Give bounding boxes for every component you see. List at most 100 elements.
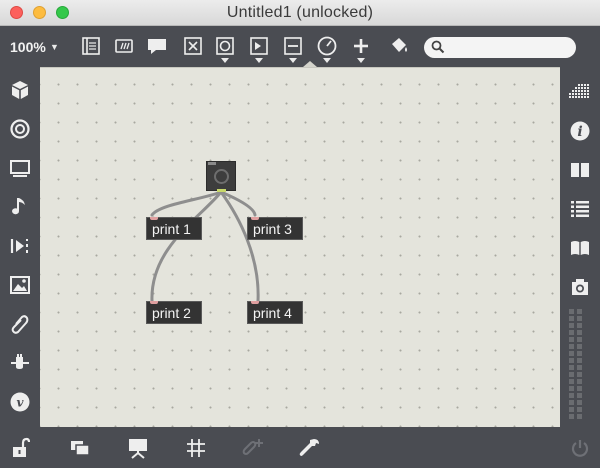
meter-segment — [577, 414, 582, 419]
image-icon[interactable] — [7, 272, 33, 298]
search-field[interactable] — [424, 37, 576, 58]
dial-options-caret-icon[interactable] — [323, 58, 331, 63]
meter-segment — [569, 323, 574, 328]
meter-segment — [577, 365, 582, 370]
bpatcher-icon[interactable] — [80, 35, 102, 57]
meter-segment — [577, 309, 582, 314]
wrench-icon[interactable] — [298, 436, 322, 460]
list-icon[interactable] — [567, 196, 593, 222]
number-icon[interactable] — [248, 35, 270, 57]
meter-segment — [569, 337, 574, 342]
patch-cord-group — [150, 190, 260, 303]
zoom-level[interactable]: 100% — [10, 39, 46, 55]
meter-segment — [569, 393, 574, 398]
zoom-dropdown-icon[interactable]: ▼ — [50, 42, 59, 52]
print-inlet[interactable] — [150, 217, 158, 220]
grid-icon[interactable] — [567, 77, 593, 103]
print-inlet[interactable] — [251, 301, 259, 304]
paint-bucket-icon[interactable] — [388, 35, 410, 57]
plug-icon[interactable] — [7, 350, 33, 376]
meter-segment — [577, 372, 582, 377]
number-options-caret-icon[interactable] — [255, 58, 263, 63]
title-bar: Untitled1 (unlocked) — [0, 0, 600, 26]
present-mode-icon[interactable] — [126, 436, 150, 460]
svg-text:i: i — [577, 124, 582, 140]
print-object[interactable]: print 4 — [247, 301, 303, 324]
print-inlet[interactable] — [150, 301, 158, 304]
patch-cords — [150, 190, 260, 303]
print-object-label: print 3 — [253, 221, 292, 237]
level-meter-right — [577, 309, 582, 421]
meter-segment — [569, 407, 574, 412]
search-icon — [431, 40, 445, 59]
meter-segment — [577, 337, 582, 342]
meter-segment — [577, 344, 582, 349]
book-icon[interactable] — [567, 235, 593, 261]
music-note-icon[interactable] — [7, 194, 33, 220]
cube-icon[interactable] — [7, 77, 33, 103]
meter-segment — [577, 379, 582, 384]
add-icon[interactable] — [350, 35, 372, 57]
unlock-icon[interactable] — [8, 436, 32, 460]
message-icon[interactable] — [113, 35, 135, 57]
meter-segment — [569, 351, 574, 356]
print-object-label: print 1 — [152, 221, 191, 237]
toolbar: 100% ▼ — [0, 27, 600, 67]
print-inlet[interactable] — [251, 217, 259, 220]
meter-segment — [569, 400, 574, 405]
search-input[interactable] — [448, 39, 568, 56]
meter-segment — [577, 351, 582, 356]
right-sidebar: i — [560, 67, 600, 427]
add-options-caret-icon[interactable] — [357, 58, 365, 63]
paperclip-icon[interactable] — [7, 311, 33, 337]
bang-button-object[interactable] — [206, 161, 236, 192]
transport-icon[interactable] — [7, 233, 33, 259]
meter-segment — [569, 330, 574, 335]
target-icon[interactable] — [7, 116, 33, 142]
button-options-caret-icon[interactable] — [221, 58, 229, 63]
meter-segment — [577, 386, 582, 391]
add-snippet-icon — [240, 436, 264, 460]
button-outlet[interactable] — [217, 189, 226, 192]
print-object[interactable]: print 2 — [146, 301, 202, 324]
meter-segment — [569, 414, 574, 419]
comment-icon[interactable] — [146, 35, 168, 57]
dial-icon[interactable] — [316, 35, 338, 57]
meter-segment — [569, 309, 574, 314]
camera-icon[interactable] — [567, 274, 593, 300]
left-sidebar: v — [0, 67, 40, 427]
patch-cord-print-3[interactable] — [219, 190, 257, 217]
window-title: Untitled1 (unlocked) — [226, 4, 374, 21]
meter-segment — [577, 393, 582, 398]
meter-segment — [577, 358, 582, 363]
max-patcher-window: Untitled1 (unlocked) 100% ▼ v print 1 pr… — [0, 0, 600, 468]
info-icon[interactable]: i — [567, 118, 593, 144]
grid-toggle-icon[interactable] — [184, 436, 208, 460]
print-object-label: print 2 — [152, 305, 191, 321]
power-icon[interactable] — [568, 436, 592, 460]
meter-segment — [569, 386, 574, 391]
meter-segment — [569, 344, 574, 349]
display-icon[interactable] — [7, 155, 33, 181]
print-object-label: print 4 — [253, 305, 292, 321]
meter-segment — [569, 372, 574, 377]
meter-segment — [577, 330, 582, 335]
print-object[interactable]: print 3 — [247, 217, 303, 240]
presentation-icon[interactable] — [68, 436, 92, 460]
meter-segment — [569, 379, 574, 384]
meter-segment — [577, 323, 582, 328]
print-object[interactable]: print 1 — [146, 217, 202, 240]
meter-segment — [577, 400, 582, 405]
slider-options-caret-icon[interactable] — [289, 58, 297, 63]
button-icon[interactable] — [214, 35, 236, 57]
button-inlet[interactable] — [208, 162, 216, 165]
vimeo-icon[interactable]: v — [7, 389, 33, 415]
bang-ring-icon — [214, 169, 229, 184]
meter-segment — [577, 316, 582, 321]
reference-icon[interactable] — [567, 157, 593, 183]
svg-text:v: v — [17, 396, 25, 410]
patcher-canvas[interactable]: print 1 print 3 print 2 print 4 — [40, 67, 560, 427]
toggle-icon[interactable] — [182, 35, 204, 57]
slider-icon[interactable] — [282, 35, 304, 57]
meter-segment — [569, 358, 574, 363]
